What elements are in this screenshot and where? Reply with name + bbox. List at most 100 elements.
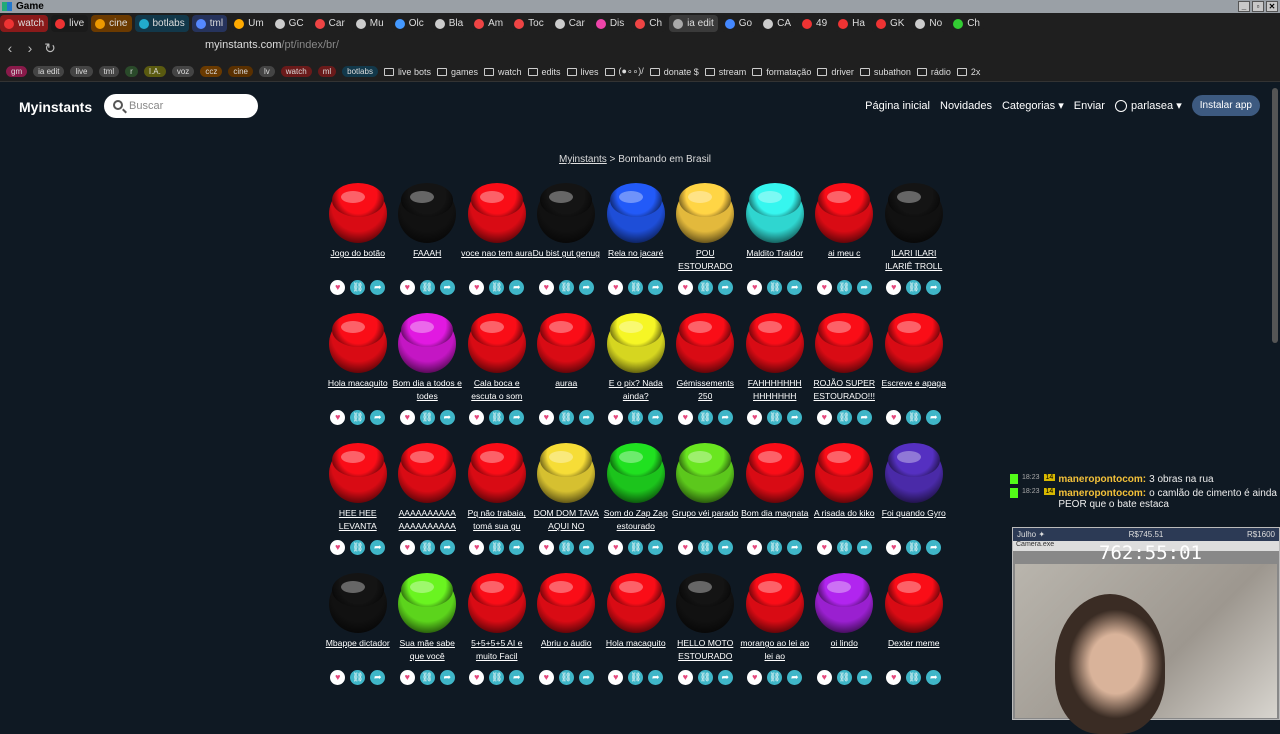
forward-icon[interactable]: › <box>20 38 40 58</box>
play-sound-button[interactable] <box>467 185 526 243</box>
close-icon[interactable]: ✕ <box>1266 1 1278 12</box>
breadcrumb-home[interactable]: Myinstants <box>559 154 607 165</box>
share-icon[interactable]: ➦ <box>787 670 803 685</box>
sound-label[interactable]: Dexter meme <box>878 637 950 664</box>
link-icon[interactable]: ⛓ <box>558 670 574 685</box>
heart-icon[interactable]: ♥ <box>469 670 485 685</box>
menu-send[interactable]: Enviar <box>1074 100 1105 112</box>
share-icon[interactable]: ➦ <box>578 670 594 685</box>
play-sound-button[interactable] <box>328 185 387 243</box>
sound-label[interactable]: Mbappe dictador <box>322 637 394 664</box>
heart-icon[interactable]: ♥ <box>608 670 624 685</box>
sound-label[interactable]: ILARI ILARI ILARIÊ TROLL <box>878 247 950 274</box>
share-icon[interactable]: ➦ <box>787 540 803 555</box>
sound-label[interactable]: Jogo do botão <box>322 247 394 274</box>
sound-label[interactable]: Bom dia a todos e todes <box>391 377 463 404</box>
link-icon[interactable]: ⛓ <box>419 280 435 295</box>
heart-icon[interactable]: ♥ <box>677 540 693 555</box>
play-sound-button[interactable] <box>328 575 387 633</box>
link-icon[interactable]: ⛓ <box>697 670 713 685</box>
play-sound-button[interactable] <box>745 185 804 243</box>
play-sound-button[interactable] <box>676 575 735 633</box>
heart-icon[interactable]: ♥ <box>538 540 554 555</box>
site-logo[interactable]: Myinstants <box>19 99 92 115</box>
heart-icon[interactable]: ♥ <box>747 410 763 425</box>
play-sound-button[interactable] <box>815 185 874 243</box>
tab-21[interactable]: GK <box>871 15 909 32</box>
link-icon[interactable]: ⛓ <box>767 670 783 685</box>
tab-7[interactable]: Car <box>310 15 349 32</box>
link-icon[interactable]: ⛓ <box>489 670 505 685</box>
sound-label[interactable]: AAAAAAAAAA AAAAAAAAAA <box>391 507 463 534</box>
play-sound-button[interactable] <box>398 185 457 243</box>
tab-15[interactable]: Ch <box>631 15 667 32</box>
sound-label[interactable]: POU ESTOURADO <box>669 247 741 274</box>
scrollbar[interactable] <box>1272 88 1278 343</box>
bookmark-chip[interactable]: ml <box>317 66 337 77</box>
sound-label[interactable]: HEE HEE LEVANTA <box>322 507 394 534</box>
heart-icon[interactable]: ♥ <box>677 280 693 295</box>
play-sound-button[interactable] <box>537 185 596 243</box>
bookmark-chip[interactable]: botlabs <box>342 66 378 77</box>
share-icon[interactable]: ➦ <box>439 280 455 295</box>
share-icon[interactable]: ➦ <box>648 540 664 555</box>
restore-icon[interactable]: ▫ <box>1252 1 1264 12</box>
heart-icon[interactable]: ♥ <box>886 280 902 295</box>
share-icon[interactable]: ➦ <box>370 670 386 685</box>
tab-14[interactable]: Dis <box>591 15 629 32</box>
play-sound-button[interactable] <box>328 315 387 373</box>
play-sound-button[interactable] <box>537 575 596 633</box>
link-icon[interactable]: ⛓ <box>836 540 852 555</box>
bookmark-chip[interactable]: watch <box>280 66 312 77</box>
play-sound-button[interactable] <box>884 185 943 243</box>
tab-20[interactable]: Ha <box>834 15 869 32</box>
link-icon[interactable]: ⛓ <box>767 410 783 425</box>
sound-label[interactable]: voce nao tem aura <box>461 247 533 274</box>
share-icon[interactable]: ➦ <box>787 280 803 295</box>
heart-icon[interactable]: ♥ <box>816 280 832 295</box>
menu-user[interactable]: parlasea ▾ <box>1114 99 1182 113</box>
sound-label[interactable]: A risada do kiko <box>808 507 880 534</box>
play-sound-button[interactable] <box>815 315 874 373</box>
share-icon[interactable]: ➦ <box>717 280 733 295</box>
link-icon[interactable]: ⛓ <box>558 280 574 295</box>
tab-18[interactable]: CA <box>759 15 796 32</box>
bookmark-folder[interactable]: lives <box>566 67 599 77</box>
heart-icon[interactable]: ♥ <box>608 540 624 555</box>
share-icon[interactable]: ➦ <box>509 670 525 685</box>
play-sound-button[interactable] <box>606 445 665 503</box>
link-icon[interactable]: ⛓ <box>906 540 922 555</box>
link-icon[interactable]: ⛓ <box>697 540 713 555</box>
share-icon[interactable]: ➦ <box>509 540 525 555</box>
tab-10[interactable]: Bla <box>430 15 468 32</box>
tab-23[interactable]: Ch <box>949 15 984 32</box>
sound-label[interactable]: auraa <box>530 377 602 404</box>
heart-icon[interactable]: ♥ <box>330 280 346 295</box>
sound-label[interactable]: Som do Zap Zap estourado <box>600 507 672 534</box>
heart-icon[interactable]: ♥ <box>330 410 346 425</box>
play-sound-button[interactable] <box>884 315 943 373</box>
heart-icon[interactable]: ♥ <box>469 540 485 555</box>
bookmark-folder[interactable]: rádio <box>916 67 951 77</box>
link-icon[interactable]: ⛓ <box>350 410 366 425</box>
sound-label[interactable]: Pq não trabaia, tomá sua gu <box>461 507 533 534</box>
bookmark-chip[interactable]: tml <box>98 66 120 77</box>
sound-label[interactable]: Bom dia magnata <box>739 507 811 534</box>
heart-icon[interactable]: ♥ <box>677 410 693 425</box>
play-sound-button[interactable] <box>467 445 526 503</box>
link-icon[interactable]: ⛓ <box>767 280 783 295</box>
bookmark-folder[interactable]: live bots <box>383 67 431 77</box>
sound-label[interactable]: Hola macaquito <box>322 377 394 404</box>
share-icon[interactable]: ➦ <box>856 280 872 295</box>
bookmark-chip[interactable]: lv <box>259 66 275 77</box>
sound-label[interactable]: Maldito Traidor <box>739 247 811 274</box>
play-sound-button[interactable] <box>676 185 735 243</box>
bookmark-folder[interactable]: watch <box>483 67 522 77</box>
sound-label[interactable]: HELLO MOTO ESTOURADO <box>669 637 741 664</box>
heart-icon[interactable]: ♥ <box>538 280 554 295</box>
sound-label[interactable]: ai meu c <box>808 247 880 274</box>
tab-22[interactable]: No <box>911 15 947 32</box>
sound-label[interactable]: oi lindo <box>808 637 880 664</box>
sound-label[interactable]: Du bist gut genug <box>530 247 602 274</box>
link-icon[interactable]: ⛓ <box>767 540 783 555</box>
